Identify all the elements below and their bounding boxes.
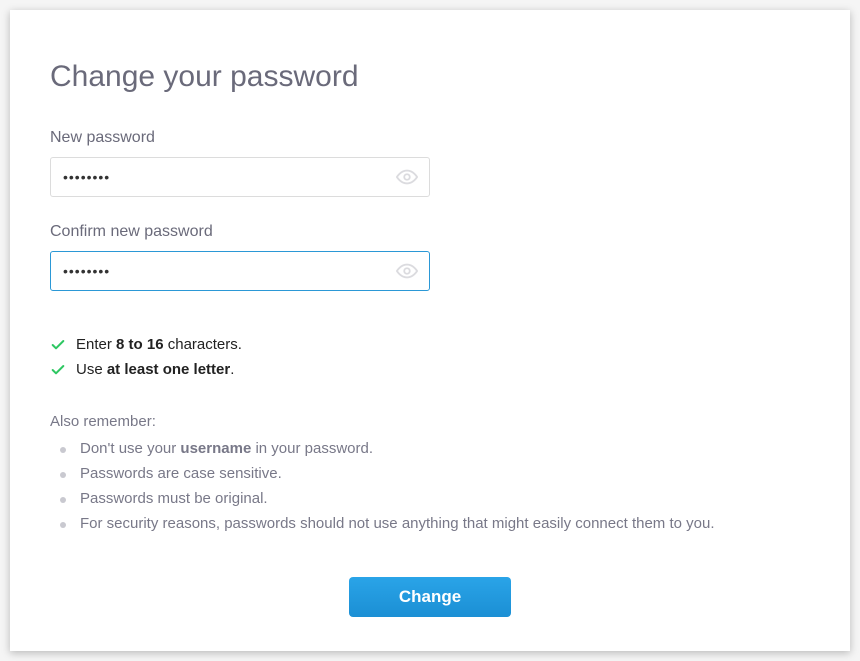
confirm-password-input-wrap [50,251,430,291]
confirm-password-input[interactable] [50,251,430,291]
new-password-group: New password [50,129,810,197]
toggle-visibility-icon[interactable] [396,260,418,282]
list-item: For security reasons, passwords should n… [50,515,810,532]
change-button[interactable]: Change [349,577,511,617]
new-password-input-wrap [50,157,430,197]
list-item: Passwords are case sensitive. [50,465,810,482]
bullet-icon [60,447,66,453]
remember-title: Also remember: [50,413,810,430]
new-password-label: New password [50,129,810,147]
password-rules: Enter 8 to 16 characters. Use at least o… [50,336,810,378]
page-title: Change your password [50,60,810,94]
change-password-card: Change your password New password Confir… [10,10,850,651]
bullet-icon [60,522,66,528]
rule-item: Enter 8 to 16 characters. [50,336,810,353]
list-item: Don't use your username in your password… [50,440,810,457]
bullet-icon [60,472,66,478]
list-item-text: Don't use your username in your password… [80,440,373,457]
check-icon [50,337,66,353]
check-icon [50,362,66,378]
rule-text: Enter 8 to 16 characters. [76,336,242,353]
list-item-text: Passwords must be original. [80,490,268,507]
bullet-icon [60,497,66,503]
submit-wrap: Change [50,577,810,617]
list-item-text: Passwords are case sensitive. [80,465,282,482]
list-item: Passwords must be original. [50,490,810,507]
remember-list: Don't use your username in your password… [50,440,810,532]
rule-text: Use at least one letter. [76,361,234,378]
list-item-text: For security reasons, passwords should n… [80,515,715,532]
confirm-password-group: Confirm new password [50,223,810,291]
toggle-visibility-icon[interactable] [396,166,418,188]
new-password-input[interactable] [50,157,430,197]
confirm-password-label: Confirm new password [50,223,810,241]
rule-item: Use at least one letter. [50,361,810,378]
